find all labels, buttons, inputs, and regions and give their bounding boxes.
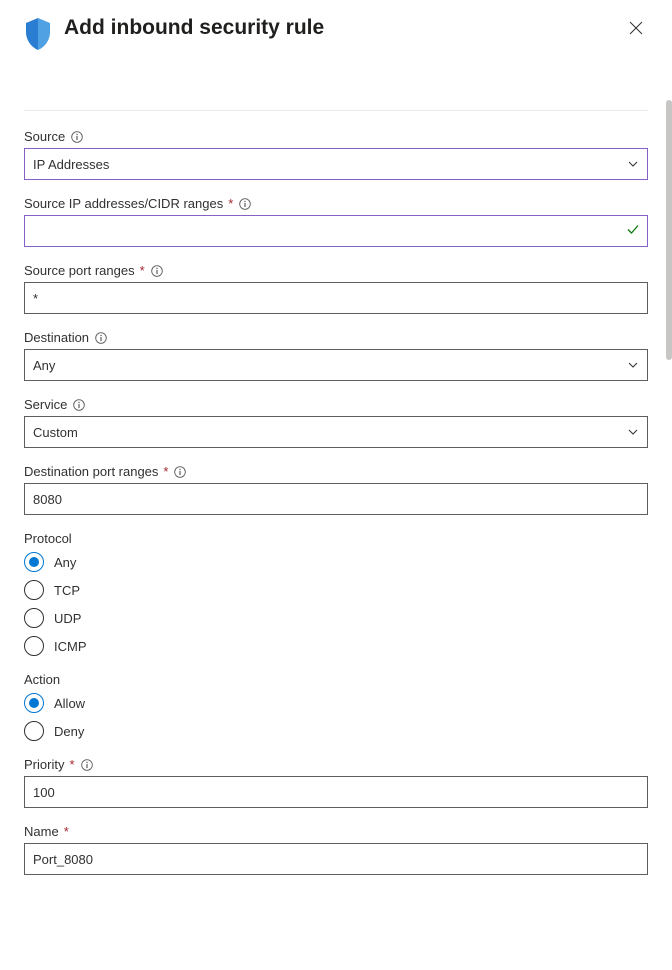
required-marker: * <box>69 757 74 772</box>
source-port-label-text: Source port ranges <box>24 263 135 278</box>
service-label: Service <box>24 397 648 412</box>
divider <box>24 110 648 111</box>
form: Source IP Addresses Source IP addresses/… <box>24 129 648 875</box>
shield-icon <box>24 18 52 50</box>
service-select[interactable]: Custom <box>24 416 648 448</box>
name-label: Name * <box>24 824 648 839</box>
priority-label-text: Priority <box>24 757 64 772</box>
service-value: Custom <box>33 425 78 440</box>
radio-icon <box>24 721 44 741</box>
radio-icon <box>24 693 44 713</box>
info-icon[interactable] <box>81 759 93 771</box>
service-label-text: Service <box>24 397 67 412</box>
info-icon[interactable] <box>73 399 85 411</box>
protocol-radio-tcp[interactable]: TCP <box>24 580 648 600</box>
name-input[interactable] <box>24 843 648 875</box>
info-icon[interactable] <box>174 466 186 478</box>
checkmark-icon <box>626 223 640 240</box>
close-button[interactable] <box>624 16 648 40</box>
protocol-label-text: Protocol <box>24 531 72 546</box>
radio-icon <box>24 580 44 600</box>
source-port-input[interactable] <box>24 282 648 314</box>
name-label-text: Name <box>24 824 59 839</box>
protocol-radio-udp[interactable]: UDP <box>24 608 648 628</box>
required-marker: * <box>163 464 168 479</box>
dest-port-input[interactable] <box>24 483 648 515</box>
action-radio-deny[interactable]: Deny <box>24 721 648 741</box>
radio-label: Allow <box>54 696 85 711</box>
info-icon[interactable] <box>151 265 163 277</box>
required-marker: * <box>228 196 233 211</box>
protocol-radio-group: Any TCP UDP ICMP <box>24 552 648 656</box>
protocol-radio-any[interactable]: Any <box>24 552 648 572</box>
protocol-radio-icmp[interactable]: ICMP <box>24 636 648 656</box>
action-radio-allow[interactable]: Allow <box>24 693 648 713</box>
source-label-text: Source <box>24 129 65 144</box>
protocol-label: Protocol <box>24 531 648 546</box>
source-value: IP Addresses <box>33 157 109 172</box>
destination-select[interactable]: Any <box>24 349 648 381</box>
scrollbar[interactable] <box>666 100 672 360</box>
chevron-down-icon <box>627 426 639 438</box>
required-marker: * <box>140 263 145 278</box>
priority-label: Priority * <box>24 757 648 772</box>
chevron-down-icon <box>627 359 639 371</box>
radio-icon <box>24 608 44 628</box>
destination-label: Destination <box>24 330 648 345</box>
destination-label-text: Destination <box>24 330 89 345</box>
radio-label: UDP <box>54 611 81 626</box>
dest-port-label-text: Destination port ranges <box>24 464 158 479</box>
panel-header: Add inbound security rule <box>24 16 648 50</box>
panel-title: Add inbound security rule <box>64 16 612 40</box>
radio-label: TCP <box>54 583 80 598</box>
radio-label: ICMP <box>54 639 87 654</box>
radio-label: Deny <box>54 724 84 739</box>
action-radio-group: Allow Deny <box>24 693 648 741</box>
source-label: Source <box>24 129 648 144</box>
radio-icon <box>24 636 44 656</box>
dest-port-label: Destination port ranges * <box>24 464 648 479</box>
info-icon[interactable] <box>95 332 107 344</box>
info-icon[interactable] <box>71 131 83 143</box>
required-marker: * <box>64 824 69 839</box>
destination-value: Any <box>33 358 55 373</box>
radio-label: Any <box>54 555 76 570</box>
source-ip-input[interactable] <box>24 215 648 247</box>
priority-input[interactable] <box>24 776 648 808</box>
source-port-label: Source port ranges * <box>24 263 648 278</box>
action-label-text: Action <box>24 672 60 687</box>
chevron-down-icon <box>627 158 639 170</box>
source-select[interactable]: IP Addresses <box>24 148 648 180</box>
info-icon[interactable] <box>239 198 251 210</box>
source-ip-label: Source IP addresses/CIDR ranges * <box>24 196 648 211</box>
source-ip-label-text: Source IP addresses/CIDR ranges <box>24 196 223 211</box>
action-label: Action <box>24 672 648 687</box>
radio-icon <box>24 552 44 572</box>
